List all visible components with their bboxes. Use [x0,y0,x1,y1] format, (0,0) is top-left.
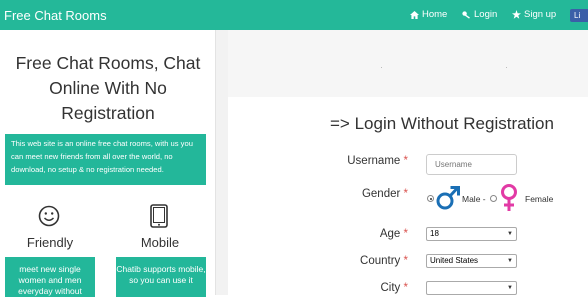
nav-login[interactable]: Login [462,9,497,20]
city-label: City * [380,282,409,294]
brand-link[interactable]: Free Chat Rooms [4,8,107,23]
gender-label: Gender * [361,188,408,200]
male-symbol-icon [436,186,460,210]
age-label: Age * [379,228,408,240]
gender-male-radio[interactable] [427,195,434,202]
feature-mobile-label: Mobile [140,235,180,250]
column-gutter [216,30,228,295]
username-input[interactable] [426,154,517,175]
female-symbol-icon [501,184,517,211]
female-label: Female [525,194,554,204]
chevron-down-icon: ▼ [507,231,513,237]
country-select[interactable]: United States ▼ [426,254,517,268]
tablet-icon [150,204,168,228]
facebook-like-button[interactable]: Li [570,9,588,22]
ad-dot [381,67,382,68]
nav-login-label: Login [474,9,498,20]
username-label: Username * [347,155,408,167]
feature-friendly-label: Friendly [26,235,74,250]
intro-box: This web site is an online free chat roo… [5,134,206,185]
nav-home[interactable]: Home [410,9,447,20]
ad-banner [228,30,588,97]
star-icon [512,10,521,19]
male-label: Male - [462,194,486,204]
nav-home-label: Home [422,9,448,20]
city-select[interactable]: ▼ [426,281,517,295]
login-panel: => Login Without Registration Username *… [228,30,588,295]
gender-female-radio[interactable] [490,195,497,202]
age-select[interactable]: 18 ▼ [426,227,517,241]
chevron-down-icon: ▼ [507,258,513,264]
smiley-icon [38,205,60,227]
sidebar: Free Chat Rooms, Chat Online With No Reg… [0,30,216,297]
ad-dot [506,67,507,68]
form-title: => Login Without Registration [330,114,554,133]
home-icon [410,10,419,19]
nav-signup[interactable]: Sign up [512,9,556,20]
feature-mobile-card: Chatib supports mobile, so you can use i… [116,257,206,297]
feature-friendly-card: meet new single women and men everyday w… [5,257,95,297]
sidebar-title: Free Chat Rooms, Chat Online With No Reg… [15,53,201,123]
chevron-down-icon: ▼ [507,285,513,291]
country-label: Country * [360,255,408,267]
key-icon [462,10,470,19]
top-navbar: Free Chat Rooms Home Login Sign up Li [0,0,588,30]
nav-signup-label: Sign up [524,9,557,20]
